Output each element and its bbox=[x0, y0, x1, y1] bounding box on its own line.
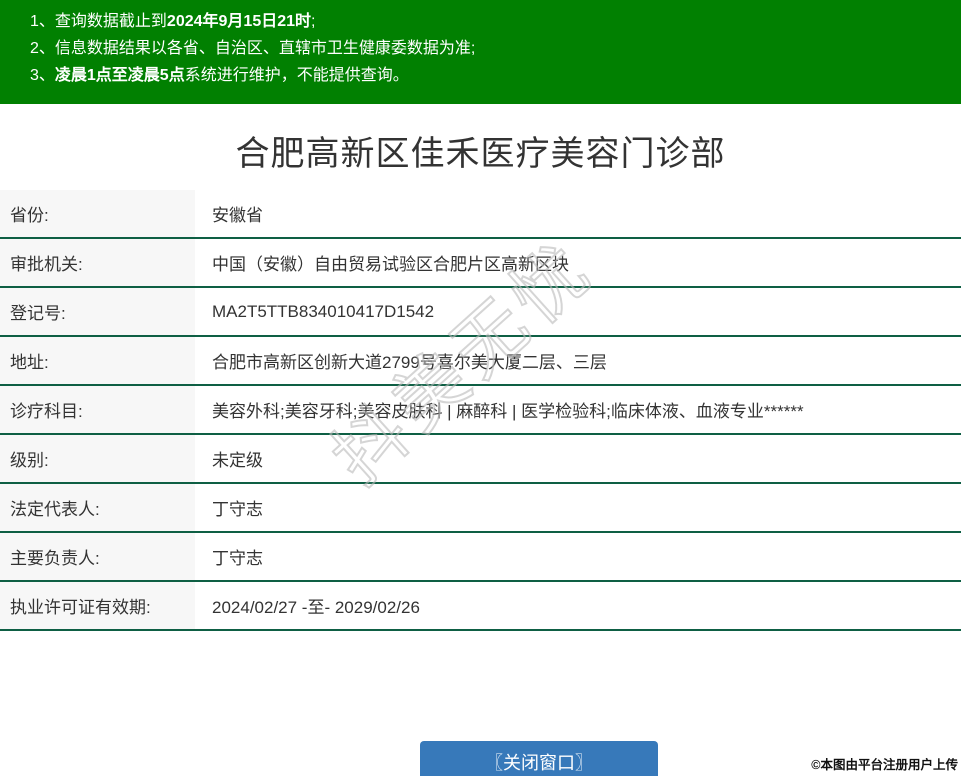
notice-text-bold: 凌晨1点至凌晨5点 bbox=[54, 67, 185, 84]
table-row-address: 地址: 合肥市高新区创新大道2799号喜尔美大厦二层、三层 bbox=[0, 337, 961, 386]
notice-number: 2、 bbox=[30, 40, 55, 57]
notice-number: 3、 bbox=[30, 67, 55, 84]
table-row-province: 省份: 安徽省 bbox=[0, 190, 961, 239]
row-value: 美容外科;美容牙科;美容皮肤科 | 麻醉科 | 医学检验科;临床体液、血液专业*… bbox=[212, 402, 804, 421]
notice-text-bold: 2024年9月15日21时 bbox=[166, 13, 312, 30]
notice-line-1: 1、查询数据截止到2024年9月15日21时; bbox=[30, 8, 961, 35]
row-label: 诊疗科目: bbox=[0, 386, 195, 433]
institution-info-table: 省份: 安徽省 审批机关: 中国（安徽）自由贸易试验区合肥片区高新区块 登记号:… bbox=[0, 190, 961, 631]
row-label: 级别: bbox=[0, 435, 195, 482]
row-value: 安徽省 bbox=[212, 206, 263, 225]
table-row-main-person-in-charge: 主要负责人: 丁守志 bbox=[0, 533, 961, 582]
notice-text: 查询数据截止到 bbox=[54, 13, 167, 30]
notice-line-2: 2、信息数据结果以各省、自治区、直辖市卫生健康委数据为准; bbox=[30, 35, 961, 62]
row-value: 丁守志 bbox=[212, 500, 263, 519]
row-label: 执业许可证有效期: bbox=[0, 582, 195, 629]
table-row-license-validity: 执业许可证有效期: 2024/02/27 -至- 2029/02/26 bbox=[0, 582, 961, 631]
notice-text: ; bbox=[311, 13, 316, 30]
notice-line-3: 3、凌晨1点至凌晨5点系统进行维护，不能提供查询。 bbox=[30, 62, 961, 89]
table-row-level: 级别: 未定级 bbox=[0, 435, 961, 484]
row-label: 法定代表人: bbox=[0, 484, 195, 531]
row-value: MA2T5TTB834010417D1542 bbox=[212, 301, 435, 321]
table-row-legal-representative: 法定代表人: 丁守志 bbox=[0, 484, 961, 533]
table-row-approval-authority: 审批机关: 中国（安徽）自由贸易试验区合肥片区高新区块 bbox=[0, 239, 961, 288]
close-window-button[interactable]: 〖关闭窗口〗 bbox=[420, 741, 658, 776]
row-label: 省份: bbox=[0, 190, 195, 237]
credit-watermark: ©本图由平台注册用户上传 bbox=[811, 758, 958, 772]
row-value: 未定级 bbox=[212, 451, 263, 470]
notice-text: 信息数据结果以各省、自治区、直辖市卫生健康委数据为准; bbox=[54, 40, 476, 57]
row-label: 地址: bbox=[0, 337, 195, 384]
notice-text: 系统进行维护，不能提供查询。 bbox=[184, 67, 409, 84]
row-label: 主要负责人: bbox=[0, 533, 195, 580]
row-value: 2024/02/27 -至- 2029/02/26 bbox=[212, 598, 420, 617]
row-value: 丁守志 bbox=[212, 549, 263, 568]
notice-banner: 1、查询数据截止到2024年9月15日21时; 2、信息数据结果以各省、自治区、… bbox=[0, 0, 961, 104]
table-row-medical-subjects: 诊疗科目: 美容外科;美容牙科;美容皮肤科 | 麻醉科 | 医学检验科;临床体液… bbox=[0, 386, 961, 435]
table-row-registration-number: 登记号: MA2T5TTB834010417D1542 bbox=[0, 288, 961, 337]
row-label: 登记号: bbox=[0, 288, 195, 335]
row-value: 合肥市高新区创新大道2799号喜尔美大厦二层、三层 bbox=[212, 353, 607, 372]
page-title: 合肥高新区佳禾医疗美容门诊部 bbox=[235, 135, 726, 173]
row-label: 审批机关: bbox=[0, 239, 195, 286]
notice-number: 1、 bbox=[30, 13, 55, 30]
row-value: 中国（安徽）自由贸易试验区合肥片区高新区块 bbox=[212, 255, 569, 274]
